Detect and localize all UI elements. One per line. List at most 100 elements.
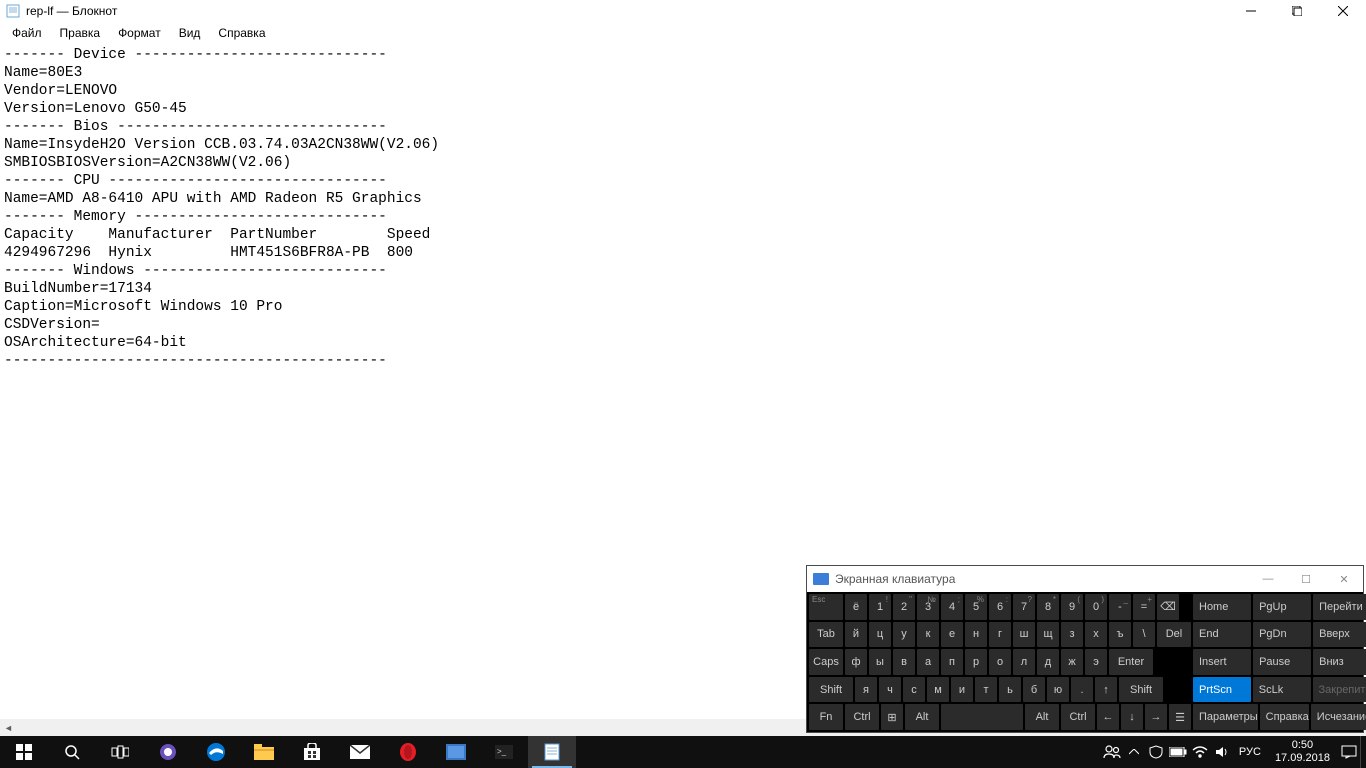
search-button[interactable] — [48, 736, 96, 768]
key-Fn[interactable]: Fn — [809, 704, 843, 730]
key-3[interactable]: 3№ — [917, 594, 939, 620]
osk-minimize-button[interactable]: — — [1249, 566, 1287, 592]
clock[interactable]: 0:50 17.09.2018 — [1267, 739, 1338, 765]
battery-icon[interactable] — [1167, 736, 1189, 768]
explorer-icon[interactable] — [240, 736, 288, 768]
menu-view[interactable]: Вид — [171, 24, 209, 42]
key-ь[interactable]: ь — [999, 677, 1021, 703]
scroll-left-button[interactable]: ◄ — [0, 719, 17, 736]
key-в[interactable]: в — [893, 649, 915, 675]
key-space[interactable] — [941, 704, 1023, 730]
key-н[interactable]: н — [965, 622, 987, 648]
key-ю[interactable]: ю — [1047, 677, 1069, 703]
key-Закрепить[interactable]: Закрепить — [1313, 677, 1366, 703]
key-↑[interactable]: ↑ — [1095, 677, 1117, 703]
key-б[interactable]: б — [1023, 677, 1045, 703]
app-icon-1[interactable] — [432, 736, 480, 768]
key-р[interactable]: р — [965, 649, 987, 675]
key-х[interactable]: х — [1085, 622, 1107, 648]
key-э[interactable]: э — [1085, 649, 1107, 675]
key-Перейти[interactable]: Перейти — [1313, 594, 1366, 620]
key-→[interactable]: → — [1145, 704, 1167, 730]
key-д[interactable]: д — [1037, 649, 1059, 675]
key-я[interactable]: я — [855, 677, 877, 703]
key-1[interactable]: 1! — [869, 594, 891, 620]
key-5[interactable]: 5% — [965, 594, 987, 620]
key-.[interactable]: . — [1071, 677, 1093, 703]
key-Ctrl[interactable]: Ctrl — [845, 704, 879, 730]
key-щ[interactable]: щ — [1037, 622, 1059, 648]
minimize-button[interactable] — [1228, 0, 1274, 22]
key-End[interactable]: End — [1193, 622, 1251, 648]
key-2[interactable]: 2" — [893, 594, 915, 620]
key-4[interactable]: 4; — [941, 594, 963, 620]
menu-file[interactable]: Файл — [4, 24, 50, 42]
key-Esc[interactable]: Esc — [809, 594, 843, 620]
key-Исчезание[interactable]: Исчезание — [1311, 704, 1366, 730]
close-button[interactable] — [1320, 0, 1366, 22]
key-ё[interactable]: ё — [845, 594, 867, 620]
key-Alt[interactable]: Alt — [1025, 704, 1059, 730]
key-ф[interactable]: ф — [845, 649, 867, 675]
key-ъ[interactable]: ъ — [1109, 622, 1131, 648]
opera-icon[interactable] — [384, 736, 432, 768]
store-icon[interactable] — [288, 736, 336, 768]
key-PgUp[interactable]: PgUp — [1253, 594, 1311, 620]
key-о[interactable]: о — [989, 649, 1011, 675]
key-ч[interactable]: ч — [879, 677, 901, 703]
key-9[interactable]: 9( — [1061, 594, 1083, 620]
osk-close-button[interactable]: ✕ — [1325, 566, 1363, 592]
notifications-icon[interactable] — [1338, 736, 1360, 768]
key-Справка[interactable]: Справка — [1260, 704, 1309, 730]
key-8[interactable]: 8* — [1037, 594, 1059, 620]
key-⌫[interactable]: ⌫ — [1157, 594, 1179, 620]
key-←[interactable]: ← — [1097, 704, 1119, 730]
key-л[interactable]: л — [1013, 649, 1035, 675]
start-button[interactable] — [0, 736, 48, 768]
edge-icon[interactable] — [192, 736, 240, 768]
key-Insert[interactable]: Insert — [1193, 649, 1251, 675]
key-ц[interactable]: ц — [869, 622, 891, 648]
key-и[interactable]: и — [951, 677, 973, 703]
menu-format[interactable]: Формат — [110, 24, 169, 42]
language-indicator[interactable]: РУС — [1233, 746, 1267, 758]
key-ж[interactable]: ж — [1061, 649, 1083, 675]
cortana-icon[interactable] — [144, 736, 192, 768]
key-Параметры[interactable]: Параметры — [1193, 704, 1258, 730]
key-Del[interactable]: Del — [1157, 622, 1191, 648]
key-п[interactable]: п — [941, 649, 963, 675]
osk-maximize-button[interactable]: ☐ — [1287, 566, 1325, 592]
key-Alt[interactable]: Alt — [905, 704, 939, 730]
key-ScLk[interactable]: ScLk — [1253, 677, 1311, 703]
key-Shift[interactable]: Shift — [809, 677, 853, 703]
osk-titlebar[interactable]: Экранная клавиатура — ☐ ✕ — [807, 566, 1363, 592]
key-й[interactable]: й — [845, 622, 867, 648]
key-↓[interactable]: ↓ — [1121, 704, 1143, 730]
key-☰[interactable]: ☰ — [1169, 704, 1191, 730]
key-Вверх[interactable]: Вверх — [1313, 622, 1366, 648]
taskview-button[interactable] — [96, 736, 144, 768]
cmd-icon[interactable]: >_ — [480, 736, 528, 768]
key-7[interactable]: 7? — [1013, 594, 1035, 620]
key-Shift[interactable]: Shift — [1119, 677, 1163, 703]
key-с[interactable]: с — [903, 677, 925, 703]
menu-help[interactable]: Справка — [210, 24, 273, 42]
key-Ctrl[interactable]: Ctrl — [1061, 704, 1095, 730]
key-а[interactable]: а — [917, 649, 939, 675]
key-Enter[interactable]: Enter — [1109, 649, 1153, 675]
wifi-icon[interactable] — [1189, 736, 1211, 768]
show-desktop-button[interactable] — [1360, 736, 1366, 768]
key-к[interactable]: к — [917, 622, 939, 648]
key-м[interactable]: м — [927, 677, 949, 703]
key-Home[interactable]: Home — [1193, 594, 1251, 620]
key-6[interactable]: 6: — [989, 594, 1011, 620]
notepad-taskbar-icon[interactable] — [528, 736, 576, 768]
key-Tab[interactable]: Tab — [809, 622, 843, 648]
key-ы[interactable]: ы — [869, 649, 891, 675]
key-ш[interactable]: ш — [1013, 622, 1035, 648]
key-е[interactable]: е — [941, 622, 963, 648]
people-icon[interactable] — [1101, 736, 1123, 768]
key-PgDn[interactable]: PgDn — [1253, 622, 1311, 648]
volume-icon[interactable] — [1211, 736, 1233, 768]
key-т[interactable]: т — [975, 677, 997, 703]
